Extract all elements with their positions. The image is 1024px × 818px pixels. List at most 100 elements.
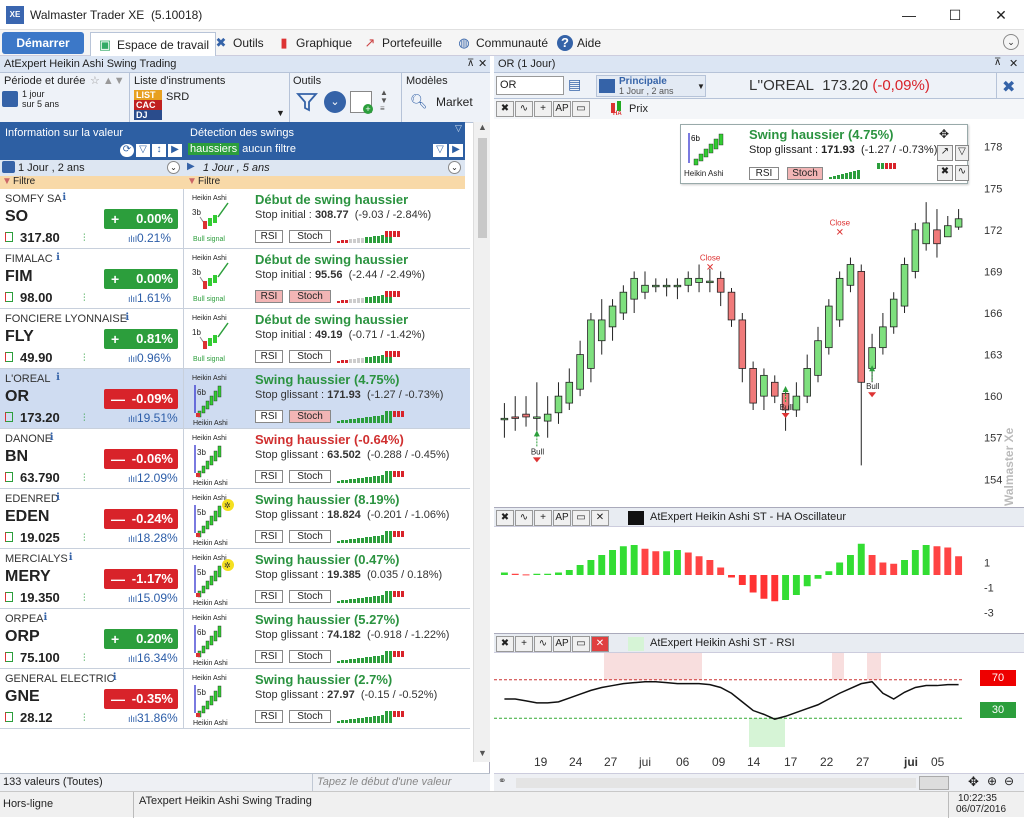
next-icon[interactable]: ▶	[168, 144, 182, 157]
list-item[interactable]: FIMALAC ℹ FIM 98.00 ⫶ +0.00% ılıl1.61% Heikin A…	[0, 249, 470, 309]
osc-close-icon[interactable]: ✕	[591, 510, 609, 526]
list-item[interactable]: SOMFY SA ℹ SO 317.80 ⫶ +0.00% ılıl0.21% Heikin …	[0, 189, 470, 249]
rsi-tag[interactable]: RSI	[255, 470, 283, 483]
stoch-tag[interactable]: Stoch	[289, 230, 331, 243]
rsi-tag[interactable]: RSI	[255, 290, 283, 303]
stoch-tag[interactable]: Stoch	[289, 530, 331, 543]
chart-menu[interactable]: ▮ Graphique	[276, 34, 352, 52]
stoch-tag[interactable]: Stoch	[289, 290, 331, 303]
expand-ribbon-button[interactable]: ⌄	[1003, 34, 1019, 50]
stoch-tag[interactable]: Stoch	[289, 710, 331, 723]
add-table-icon[interactable]: +	[350, 91, 373, 114]
instrument-list-value[interactable]: SRD	[166, 91, 189, 103]
add-indicator-icon[interactable]: +	[534, 101, 552, 117]
info-icon[interactable]: ℹ	[50, 432, 54, 443]
rsi-close-icon[interactable]: ✕	[591, 636, 609, 652]
tools-scroll-icon[interactable]: ▲ ▼ ≡	[380, 89, 388, 113]
rsi-tag[interactable]: RSI	[255, 230, 283, 243]
box-filter-icon[interactable]: ▽	[955, 145, 969, 161]
chart-pin-icon[interactable]: ⊼	[994, 57, 1001, 68]
info-icon[interactable]: ℹ	[125, 312, 129, 323]
book-icon[interactable]: ▤	[568, 76, 581, 93]
maximize-button[interactable]: ☐	[932, 0, 978, 30]
rsi-tag[interactable]: RSI	[749, 167, 779, 180]
rsi-window-icon[interactable]: ▭	[572, 636, 590, 652]
indicator-icon[interactable]: ∿	[515, 101, 533, 117]
help-menu[interactable]: ? Aide	[557, 34, 601, 52]
rsi-tag[interactable]: RSI	[255, 410, 283, 423]
chart-tools-icon[interactable]: ✖	[1002, 77, 1015, 97]
community-menu[interactable]: ◍ Communauté	[456, 34, 548, 52]
close-button[interactable]: ✕	[978, 0, 1024, 30]
info-icon[interactable]: ℹ	[62, 192, 66, 203]
chart-icon[interactable]: ↗	[937, 145, 953, 161]
symbol-input[interactable]: OR	[496, 76, 564, 95]
window-icon[interactable]: ▭	[572, 101, 590, 117]
list-item[interactable]: ORPEA ℹ ORP 75.100 ⫶ +0.20% ılıl16.34% Heikin A…	[0, 609, 470, 669]
swing-filter-icon[interactable]: ▽	[433, 144, 447, 157]
panel-close-icon[interactable]: ✕	[478, 57, 487, 70]
col2-period[interactable]: 1 Jour , 5 ans	[203, 162, 270, 174]
info-icon[interactable]: ℹ	[69, 552, 73, 563]
col1-period[interactable]: 1 Jour , 2 ans	[18, 162, 85, 174]
info-icon[interactable]: ℹ	[44, 612, 48, 623]
period-value[interactable]: 1 jour sur 5 ans	[22, 89, 59, 109]
chart-scrollbar[interactable]	[516, 778, 916, 788]
col2-dropdown-icon[interactable]: ⌄	[448, 161, 461, 174]
tools-menu[interactable]: ✖ Outils	[213, 34, 264, 52]
rsi-tag[interactable]: RSI	[255, 530, 283, 543]
search-value-input[interactable]: Tapez le début d'une valeur	[317, 776, 451, 788]
list-scrollbar[interactable]: ▲ ▼	[473, 122, 490, 762]
osc-ap-icon[interactable]: AP	[553, 510, 571, 526]
models-value[interactable]: Market	[436, 95, 473, 109]
dropdown-circle-icon[interactable]: ⌄	[324, 91, 346, 113]
ap-icon[interactable]: AP	[553, 101, 571, 117]
pin-icon[interactable]: ⊼	[467, 58, 474, 69]
osc-indicator-icon[interactable]: ∿	[515, 510, 533, 526]
col1-dropdown-icon[interactable]: ⌄	[167, 161, 180, 174]
list-item[interactable]: MERCIALYS ℹ MERY 19.350 ⫶ — -1.17% ılıl15.09% He…	[0, 549, 470, 609]
box-tools-icon[interactable]: ✖	[937, 165, 953, 181]
zoom-in-icon[interactable]: ⊕	[987, 774, 997, 788]
list-item[interactable]: L'OREAL ℹ OR 173.20 ⫶ — -0.09% ılıl19.51% Heikin…	[0, 369, 470, 429]
osc-add-icon[interactable]: +	[534, 510, 552, 526]
rsi-indicator-icon[interactable]: ∿	[534, 636, 552, 652]
osc-tools-icon[interactable]: ✖	[496, 510, 514, 526]
stoch-tag[interactable]: Stoch	[289, 650, 331, 663]
oscillator-chart[interactable]: 1 -1 -3	[494, 527, 1024, 633]
minimize-button[interactable]: —	[886, 0, 932, 30]
rsi-ap-icon[interactable]: AP	[553, 636, 571, 652]
rsi-chart[interactable]	[494, 653, 1024, 753]
stoch-tag[interactable]: Stoch	[289, 470, 331, 483]
info-icon[interactable]: ℹ	[56, 372, 60, 383]
bullish-filter-tag[interactable]: haussiers	[188, 143, 240, 155]
tools-icon[interactable]: ✖	[496, 101, 514, 117]
sort-icon[interactable]: ↕	[152, 144, 166, 157]
rsi-add-icon[interactable]: +	[515, 636, 533, 652]
swing-next-icon[interactable]: ▶	[449, 144, 463, 157]
filter-bar[interactable]: ▼ Filtre ▼ Filtre	[0, 176, 465, 189]
info-icon[interactable]: ℹ	[56, 492, 60, 503]
portfolio-menu[interactable]: ↗ Portefeuille	[362, 34, 443, 52]
link-icon[interactable]: ⚭	[498, 776, 506, 787]
zoom-out-icon[interactable]: ⊖	[1004, 774, 1014, 788]
list-item[interactable]: EDENRED ℹ EDEN 19.025 ⫶ — -0.24% ılıl18.28% Heik…	[0, 489, 470, 549]
rsi-tag[interactable]: RSI	[255, 650, 283, 663]
chart-scroll-thumb[interactable]	[919, 776, 949, 790]
move-icon[interactable]: ✥	[939, 127, 949, 141]
list-item[interactable]: FONCIERE LYONNAISE ℹ FLY 49.90 ⫶ +0.81% ılıl0.…	[0, 309, 470, 369]
layout-selector[interactable]: Principale 1 Jour , 2 ans ▼	[596, 75, 706, 97]
chart-close-icon[interactable]: ✕	[1009, 57, 1018, 70]
stoch-tag[interactable]: Stoch	[787, 167, 823, 180]
list-dropdown-icon[interactable]: ▼	[276, 108, 285, 118]
rsi-tag[interactable]: RSI	[255, 590, 283, 603]
pan-icon[interactable]: ✥	[968, 774, 979, 790]
star-icon[interactable]: ☆ ▲▼	[90, 74, 125, 87]
list-item[interactable]: GENERAL ELECTRIC ℹ GNE 28.12 ⫶ — -0.35% ılıl31.…	[0, 669, 470, 729]
rsi-tools-icon[interactable]: ✖	[496, 636, 514, 652]
stoch-tag[interactable]: Stoch	[289, 350, 331, 363]
stoch-tag[interactable]: Stoch	[289, 410, 331, 423]
info-icon[interactable]: ℹ	[56, 252, 60, 263]
osc-window-icon[interactable]: ▭	[572, 510, 590, 526]
box-curve-icon[interactable]: ∿	[955, 165, 969, 181]
